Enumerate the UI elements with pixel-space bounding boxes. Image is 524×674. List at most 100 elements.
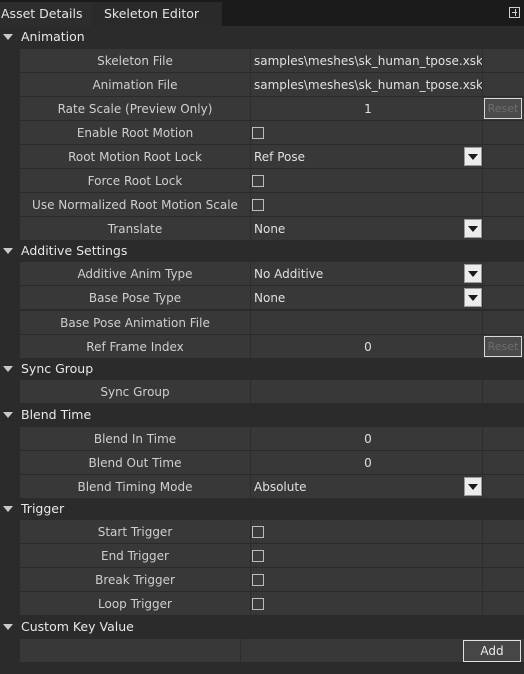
row-extra-cell [482,451,524,475]
end-trigger-checkbox[interactable] [252,550,264,562]
enable-root-motion-checkbox[interactable] [252,127,264,139]
use-normalized-label: Use Normalized Root Motion Scale [20,193,251,217]
chevron-down-icon [468,226,478,232]
row-extra-cell [482,568,524,592]
add-button[interactable]: Add [463,640,521,662]
break-trigger-label: Break Trigger [20,568,251,592]
chevron-down-icon[interactable] [3,366,13,372]
chevron-down-icon[interactable] [3,506,13,512]
row-translate: Translate None [20,217,524,241]
section-sync-label: Sync Group [21,361,94,376]
blend-timing-mode-label: Blend Timing Mode [20,475,251,499]
sync-group-field[interactable] [253,380,483,404]
end-trigger-label: End Trigger [20,544,251,568]
row-extra-cell [482,49,524,73]
chevron-down-icon [468,484,478,490]
row-skeleton-file: Skeleton File samples\meshes\sk_human_tp… [20,49,524,73]
section-animation-label: Animation [21,29,85,44]
skeleton-file-label: Skeleton File [20,49,251,73]
chevron-down-icon[interactable] [3,248,13,254]
chevron-down-icon [468,271,478,277]
row-extra-cell [482,286,524,310]
blend-out-time-field[interactable]: 0 [253,451,483,475]
additive-anim-type-select[interactable]: No Additive [253,262,483,286]
root-motion-root-lock-select[interactable]: Ref Pose [253,145,483,169]
row-extra-cell [482,592,524,616]
blend-timing-mode-dropdown[interactable] [464,477,482,496]
row-use-normalized-root-motion-scale: Use Normalized Root Motion Scale [20,193,524,217]
row-extra-cell [482,217,524,241]
rate-scale-reset-button[interactable]: Reset [484,98,522,119]
chevron-down-icon[interactable] [3,412,13,418]
section-blend-time[interactable]: Blend Time [0,404,524,426]
root-motion-root-lock-dropdown[interactable] [464,147,482,166]
force-root-lock-checkbox[interactable] [252,175,264,187]
row-extra-cell [482,73,524,97]
panel-bottom [20,663,524,674]
base-pose-type-label: Base Pose Type [20,286,251,310]
row-animation-file: Animation File samples\meshes\sk_human_t… [20,73,524,97]
root-motion-root-lock-label: Root Motion Root Lock [20,145,251,169]
row-extra-cell [482,427,524,451]
additive-anim-type-label: Additive Anim Type [20,262,251,286]
blend-in-time-label: Blend In Time [20,427,251,451]
translate-label: Translate [20,217,251,241]
loop-trigger-checkbox[interactable] [252,598,264,610]
row-ref-frame-index: Ref Frame Index 0 Reset [20,335,524,359]
ref-frame-index-reset-button[interactable]: Reset [484,336,522,357]
section-custom-label: Custom Key Value [21,619,134,634]
section-additive-label: Additive Settings [21,243,128,258]
row-custom-key-value: Add [20,639,524,663]
row-end-trigger: End Trigger [20,544,524,568]
row-extra-cell [482,193,524,217]
custom-key-cell [20,639,241,663]
force-root-lock-label: Force Root Lock [20,169,251,193]
row-force-root-lock: Force Root Lock [20,169,524,193]
chevron-down-icon[interactable] [3,624,13,630]
section-sync-group[interactable]: Sync Group [0,358,524,380]
rate-scale-label: Rate Scale (Preview Only) [20,97,251,121]
base-pose-animation-file-label: Base Pose Animation File [20,311,251,335]
row-blend-in-time: Blend In Time 0 [20,427,524,451]
tab-asset-details[interactable]: Asset Details [0,2,92,26]
ref-frame-index-label: Ref Frame Index [20,335,251,359]
blend-in-time-field[interactable]: 0 [253,427,483,451]
sync-group-label: Sync Group [20,380,251,404]
row-blend-out-time: Blend Out Time 0 [20,451,524,475]
ref-frame-index-field[interactable]: 0 [253,335,483,359]
additive-anim-type-dropdown[interactable] [464,264,482,283]
blend-timing-mode-select[interactable]: Absolute [253,475,483,499]
animation-file-label: Animation File [20,73,251,97]
base-pose-animation-file-field[interactable] [253,311,483,335]
row-start-trigger: Start Trigger [20,520,524,544]
use-normalized-checkbox[interactable] [252,199,264,211]
section-custom-key-value[interactable]: Custom Key Value [0,616,524,638]
row-loop-trigger: Loop Trigger [20,592,524,616]
blend-out-time-label: Blend Out Time [20,451,251,475]
tab-bar: Asset Details Skeleton Editor [0,0,524,26]
section-additive-settings[interactable]: Additive Settings [0,240,524,262]
section-trigger-label: Trigger [21,501,65,516]
chevron-down-icon[interactable] [3,34,13,40]
row-extra-cell [482,169,524,193]
row-extra-cell [482,475,524,499]
start-trigger-checkbox[interactable] [252,526,264,538]
chevron-down-icon [468,295,478,301]
break-trigger-checkbox[interactable] [252,574,264,586]
skeleton-file-field[interactable]: samples\meshes\sk_human_tpose.xskt [253,49,483,73]
row-extra-cell [482,145,524,169]
row-extra-cell [482,544,524,568]
base-pose-type-dropdown[interactable] [464,288,482,307]
row-sync-group: Sync Group [20,380,524,404]
animation-file-field[interactable]: samples\meshes\sk_human_tpose.xskt [253,73,483,97]
start-trigger-label: Start Trigger [20,520,251,544]
translate-select[interactable]: None [253,217,483,241]
translate-dropdown[interactable] [464,219,482,238]
tab-skeleton-editor[interactable]: Skeleton Editor [92,2,222,26]
section-animation[interactable]: Animation [0,26,524,48]
base-pose-type-select[interactable]: None [253,286,483,310]
section-trigger[interactable]: Trigger [0,498,524,520]
rate-scale-field[interactable]: 1 [253,97,483,121]
row-enable-root-motion: Enable Root Motion [20,121,524,145]
pin-icon[interactable] [509,7,520,18]
